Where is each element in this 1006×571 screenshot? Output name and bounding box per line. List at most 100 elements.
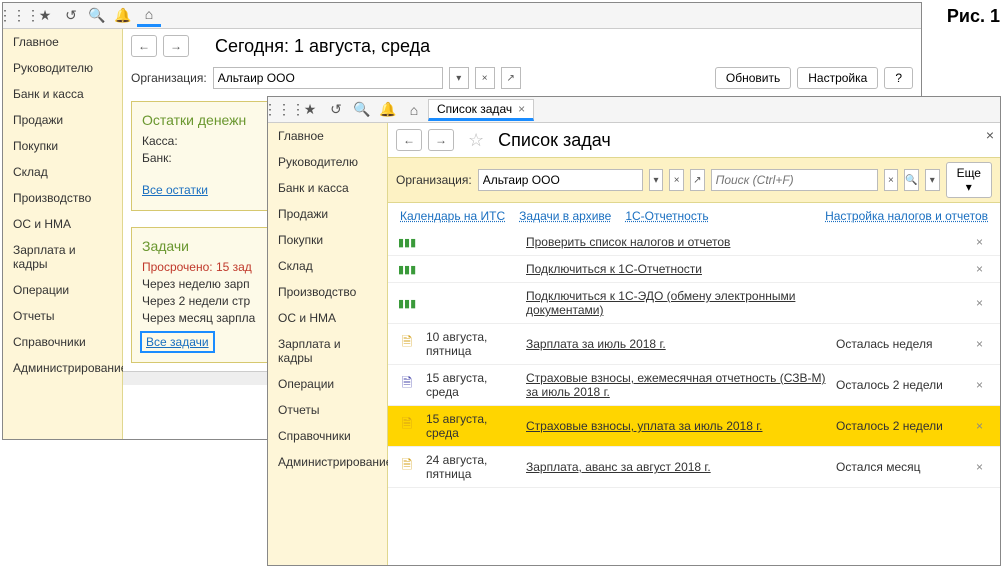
sidebar-item[interactable]: Руководителю [268, 149, 387, 175]
more-button[interactable]: Еще ▾ [946, 162, 992, 198]
tax-settings-link[interactable]: Настройка налогов и отчетов [825, 209, 988, 223]
dismiss-icon[interactable]: × [976, 378, 990, 392]
sidebar-item[interactable]: Операции [3, 277, 122, 303]
sidebar-item[interactable]: Руководителю [3, 55, 122, 81]
sidebar-item[interactable]: Банк и касса [3, 81, 122, 107]
sidebar-item[interactable]: ОС и НМА [268, 305, 387, 331]
dismiss-icon[interactable]: × [976, 419, 990, 433]
dismiss-icon[interactable]: × [976, 460, 990, 474]
task-row[interactable]: 🗎 15 августа, среда Страховые взносы, упла… [388, 406, 1000, 447]
close-icon[interactable]: × [518, 102, 525, 116]
search-icon[interactable]: 🔍 [85, 5, 109, 27]
star-icon[interactable]: ★ [298, 99, 322, 121]
task-row[interactable]: ▮▮▮Подключиться к 1С-ЭДО (обмену электро… [388, 283, 1000, 324]
task-link[interactable]: Подключиться к 1С-Отчетности [526, 262, 826, 276]
back-button[interactable]: ← [396, 129, 422, 151]
task-type-icon: 🗎 [398, 333, 416, 355]
task-date: 15 августа, среда [426, 412, 516, 440]
task-link[interactable]: Страховые взносы, ежемесячная отчетность… [526, 371, 826, 399]
sidebar-item[interactable]: Администрирование [268, 449, 387, 475]
task-row[interactable]: ▮▮▮ Проверить список налогов и отчетов × [388, 229, 1000, 256]
open-icon[interactable]: ↗ [690, 169, 705, 191]
toolbar: ⋮⋮⋮ ★ ↺ 🔍 🔔 ⌂ [3, 3, 921, 29]
home-icon[interactable]: ⌂ [402, 99, 426, 121]
home-icon[interactable]: ⌂ [137, 5, 161, 27]
org-input[interactable] [213, 67, 443, 89]
back-button[interactable]: ← [131, 35, 157, 57]
bell-icon[interactable]: 🔔 [111, 5, 135, 27]
task-type-icon: ▮▮▮ [398, 235, 416, 249]
sidebar-item[interactable]: Продажи [3, 107, 122, 133]
sidebar-item[interactable]: Главное [268, 123, 387, 149]
grid-icon[interactable]: ⋮⋮⋮ [272, 99, 296, 121]
task-row[interactable]: ▮▮▮Подключиться к 1С-Отчетности× [388, 256, 1000, 283]
sidebar-item[interactable]: Производство [268, 279, 387, 305]
sidebar-item[interactable]: Справочники [268, 423, 387, 449]
org-input[interactable] [478, 169, 643, 191]
task-link[interactable]: Зарплата за июль 2018 г. [526, 337, 826, 351]
sidebar-item[interactable]: Склад [268, 253, 387, 279]
all-tasks-link[interactable]: Все задачи [142, 333, 213, 351]
task-link[interactable]: Зарплата, аванс за август 2018 г. [526, 460, 826, 474]
forward-button[interactable]: → [163, 35, 189, 57]
all-balances-link[interactable]: Все остатки [142, 183, 208, 197]
dismiss-icon[interactable]: × [976, 337, 990, 351]
search-dropdown-icon[interactable]: ▾ [925, 169, 940, 191]
tab-tasklist[interactable]: Список задач × [428, 99, 534, 121]
org-label: Организация: [131, 71, 207, 85]
sidebar-item[interactable]: Справочники [3, 329, 122, 355]
help-button[interactable]: ? [884, 67, 913, 89]
sidebar-item[interactable]: Операции [268, 371, 387, 397]
sidebar-item[interactable]: Администрирование [3, 355, 122, 381]
clear-search-icon[interactable]: × [884, 169, 899, 191]
bell-icon[interactable]: 🔔 [376, 99, 400, 121]
history-icon[interactable]: ↺ [59, 5, 83, 27]
forward-button[interactable]: → [428, 129, 454, 151]
settings-button[interactable]: Настройка [797, 67, 878, 89]
favorite-star-icon[interactable]: ☆ [468, 130, 484, 151]
sidebar-item[interactable]: Покупки [268, 227, 387, 253]
search-input[interactable] [711, 169, 878, 191]
task-date: 15 августа, среда [426, 371, 516, 399]
dismiss-icon[interactable]: × [976, 296, 990, 310]
dismiss-icon[interactable]: × [976, 262, 990, 276]
sidebar-item[interactable]: Зарплата и кадры [268, 331, 387, 371]
task-row[interactable]: 🗎15 августа, средаСтраховые взносы, ежем… [388, 365, 1000, 406]
sidebar-item[interactable]: Главное [3, 29, 122, 55]
task-link[interactable]: Страховые взносы, уплата за июль 2018 г. [526, 419, 826, 433]
org-label: Организация: [396, 173, 472, 187]
task-list: ▮▮▮Проверить список налогов и отчетов×▮▮… [388, 229, 1000, 565]
calendar-link[interactable]: Календарь на ИТС [400, 209, 505, 223]
close-window-icon[interactable]: × [986, 127, 994, 143]
refresh-button[interactable]: Обновить [715, 67, 791, 89]
open-icon[interactable]: ↗ [501, 67, 521, 89]
search-icon[interactable]: 🔍 [350, 99, 374, 121]
magnify-icon[interactable]: 🔍 [904, 169, 919, 191]
sidebar-item[interactable]: Зарплата и кадры [3, 237, 122, 277]
task-type-icon: 🗎 [398, 415, 416, 437]
figure-label: Рис. 1 [947, 6, 1000, 27]
clear-icon[interactable]: × [475, 67, 495, 89]
task-link[interactable]: Подключиться к 1С-ЭДО (обмену электронны… [526, 289, 826, 317]
archive-link[interactable]: Задачи в архиве [519, 209, 611, 223]
task-row[interactable]: 🗎24 августа, пятницаЗарплата, аванс за а… [388, 447, 1000, 488]
task-link[interactable]: Проверить список налогов и отчетов [526, 235, 826, 249]
task-row[interactable]: 🗎10 августа, пятницаЗарплата за июль 201… [388, 324, 1000, 365]
sidebar-item[interactable]: ОС и НМА [3, 211, 122, 237]
dismiss-icon[interactable]: × [976, 235, 990, 249]
history-icon[interactable]: ↺ [324, 99, 348, 121]
grid-icon[interactable]: ⋮⋮⋮ [7, 5, 31, 27]
sidebar-item[interactable]: Производство [3, 185, 122, 211]
sidebar-item[interactable]: Склад [3, 159, 122, 185]
tab-label: Список задач [437, 102, 512, 116]
sidebar-item[interactable]: Покупки [3, 133, 122, 159]
clear-icon[interactable]: × [669, 169, 684, 191]
dropdown-icon[interactable]: ▾ [649, 169, 664, 191]
sidebar-item[interactable]: Банк и касса [268, 175, 387, 201]
sidebar-item[interactable]: Отчеты [268, 397, 387, 423]
sidebar-item[interactable]: Отчеты [3, 303, 122, 329]
star-icon[interactable]: ★ [33, 5, 57, 27]
dropdown-icon[interactable]: ▾ [449, 67, 469, 89]
1c-report-link[interactable]: 1С-Отчетность [625, 209, 708, 223]
sidebar-item[interactable]: Продажи [268, 201, 387, 227]
